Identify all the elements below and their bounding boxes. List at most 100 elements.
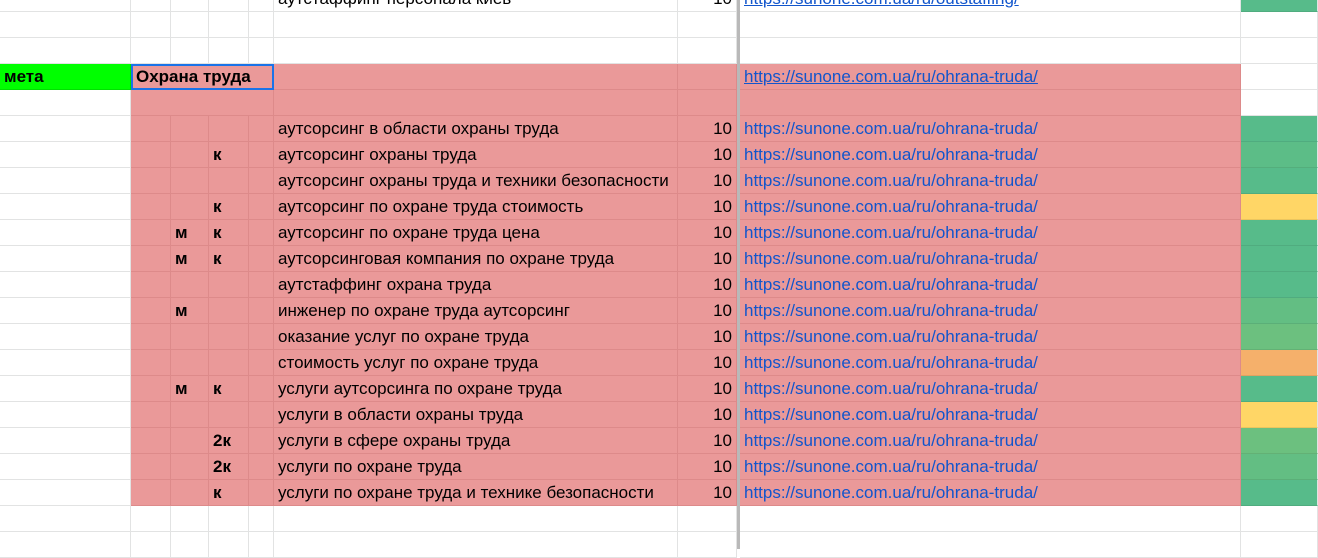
- url-link[interactable]: https://sunone.com.ua/ru/ohrana-truda/: [740, 480, 1241, 506]
- cell[interactable]: [0, 506, 131, 532]
- cell[interactable]: [131, 428, 171, 454]
- cell[interactable]: [0, 142, 131, 168]
- cell[interactable]: [0, 298, 131, 324]
- cell[interactable]: [171, 12, 209, 38]
- cell[interactable]: [678, 506, 737, 532]
- url-link[interactable]: https://sunone.com.ua/ru/ohrana-truda/: [740, 116, 1241, 142]
- k-marker-cell[interactable]: к: [209, 246, 249, 272]
- cell[interactable]: [0, 168, 131, 194]
- status-color-cell[interactable]: [1241, 0, 1318, 12]
- cell[interactable]: [249, 350, 274, 376]
- status-color-cell[interactable]: [1241, 428, 1318, 454]
- cell[interactable]: [131, 38, 171, 64]
- count-cell[interactable]: 10: [678, 220, 737, 246]
- status-color-cell[interactable]: [1241, 454, 1318, 480]
- keyword-cell[interactable]: услуги в области охраны труда: [274, 402, 678, 428]
- cell[interactable]: [131, 298, 171, 324]
- keyword-cell[interactable]: аутстаффинг персонала киев: [274, 0, 678, 12]
- status-color-cell[interactable]: [1241, 480, 1318, 506]
- keyword-cell[interactable]: услуги по охране труда и технике безопас…: [274, 480, 678, 506]
- keyword-cell[interactable]: аутсорсинг охраны труда: [274, 142, 678, 168]
- cell[interactable]: [249, 272, 274, 298]
- frozen-column-divider[interactable]: [737, 0, 740, 549]
- count-cell[interactable]: 10: [678, 350, 737, 376]
- url-link[interactable]: https://sunone.com.ua/ru/ohrana-truda/: [740, 428, 1241, 454]
- cell[interactable]: [249, 454, 274, 480]
- k-marker-cell[interactable]: [209, 272, 249, 298]
- cell[interactable]: [0, 0, 131, 12]
- cell[interactable]: [131, 0, 171, 12]
- cell[interactable]: [678, 90, 737, 116]
- count-cell[interactable]: 10: [678, 298, 737, 324]
- keyword-cell[interactable]: оказание услуг по охране труда: [274, 324, 678, 350]
- count-cell[interactable]: 10: [678, 324, 737, 350]
- cell[interactable]: [274, 506, 678, 532]
- cell[interactable]: [0, 220, 131, 246]
- keyword-cell[interactable]: аутсорсинг по охране труда стоимость: [274, 194, 678, 220]
- cell[interactable]: [209, 506, 249, 532]
- cell[interactable]: [0, 324, 131, 350]
- m-marker-cell[interactable]: [171, 350, 209, 376]
- cell[interactable]: [131, 246, 171, 272]
- cell[interactable]: [249, 116, 274, 142]
- cell[interactable]: [274, 38, 678, 64]
- url-link[interactable]: https://sunone.com.ua/ru/ohrana-truda/: [740, 324, 1241, 350]
- k-marker-cell[interactable]: к: [209, 194, 249, 220]
- cell[interactable]: [0, 246, 131, 272]
- cell[interactable]: [131, 220, 171, 246]
- cell[interactable]: [249, 324, 274, 350]
- cell[interactable]: [131, 90, 274, 116]
- cell[interactable]: [0, 480, 131, 506]
- keyword-cell[interactable]: услуги аутсорсинга по охране труда: [274, 376, 678, 402]
- cell[interactable]: [131, 480, 171, 506]
- status-color-cell[interactable]: [1241, 376, 1318, 402]
- cell[interactable]: [249, 246, 274, 272]
- status-color-cell[interactable]: [1241, 272, 1318, 298]
- status-color-cell[interactable]: [1241, 402, 1318, 428]
- cell[interactable]: [209, 532, 249, 558]
- cell[interactable]: [249, 506, 274, 532]
- cell[interactable]: [249, 220, 274, 246]
- cell[interactable]: [678, 12, 737, 38]
- status-color-cell[interactable]: [1241, 142, 1318, 168]
- k-marker-cell[interactable]: [209, 298, 249, 324]
- cell[interactable]: [131, 194, 171, 220]
- cell[interactable]: [131, 272, 171, 298]
- cell[interactable]: [678, 38, 737, 64]
- cell[interactable]: [171, 506, 209, 532]
- cell[interactable]: [678, 64, 737, 90]
- count-cell[interactable]: 10: [678, 272, 737, 298]
- count-cell[interactable]: 10: [678, 168, 737, 194]
- cell[interactable]: [274, 90, 678, 116]
- cell[interactable]: [740, 506, 1241, 532]
- cell[interactable]: [171, 0, 209, 12]
- count-cell[interactable]: 10: [678, 454, 737, 480]
- keyword-cell[interactable]: аутсорсинг охраны труда и техники безопа…: [274, 168, 678, 194]
- cell[interactable]: [249, 532, 274, 558]
- cell[interactable]: [209, 12, 249, 38]
- status-color-cell[interactable]: [1241, 350, 1318, 376]
- k-marker-cell[interactable]: к: [209, 142, 249, 168]
- count-cell[interactable]: 10: [678, 376, 737, 402]
- count-cell[interactable]: 10: [678, 246, 737, 272]
- meta-label-cell[interactable]: мета: [0, 64, 131, 90]
- cell[interactable]: [249, 168, 274, 194]
- cell[interactable]: [1241, 64, 1318, 90]
- cell[interactable]: [249, 0, 274, 12]
- m-marker-cell[interactable]: м: [171, 298, 209, 324]
- k-marker-cell[interactable]: к: [209, 376, 249, 402]
- cell[interactable]: [740, 38, 1241, 64]
- cell[interactable]: [274, 12, 678, 38]
- status-color-cell[interactable]: [1241, 220, 1318, 246]
- count-cell[interactable]: 10: [678, 428, 737, 454]
- k-marker-cell[interactable]: [209, 168, 249, 194]
- cell[interactable]: [678, 532, 737, 558]
- count-cell[interactable]: 10: [678, 480, 737, 506]
- cell[interactable]: [0, 272, 131, 298]
- count-cell[interactable]: 10: [678, 402, 737, 428]
- url-link[interactable]: https://sunone.com.ua/ru/ohrana-truda/: [740, 64, 1241, 90]
- cell[interactable]: [131, 168, 171, 194]
- cell[interactable]: [0, 350, 131, 376]
- keyword-cell[interactable]: аутстаффинг охрана труда: [274, 272, 678, 298]
- cell[interactable]: [131, 350, 171, 376]
